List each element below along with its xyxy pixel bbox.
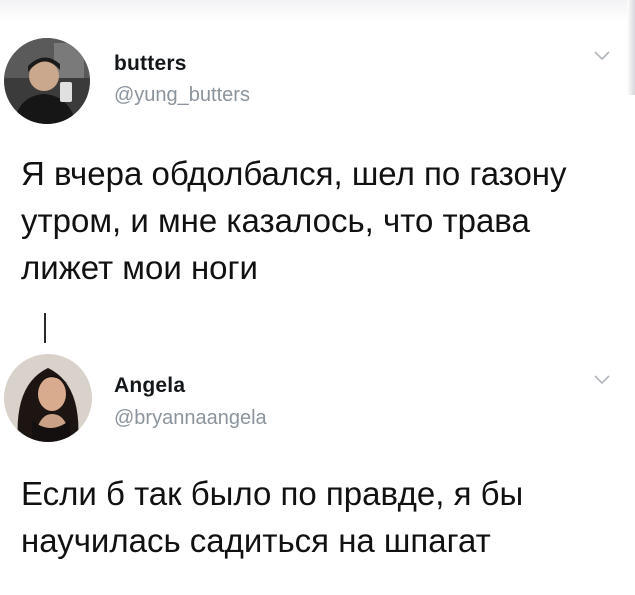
author-name[interactable]: Angela (114, 374, 185, 398)
user-avatar-icon (4, 38, 90, 124)
tweet-text: Если б так было по правде, я бы научилас… (21, 475, 524, 559)
author-name[interactable]: butters (114, 52, 187, 76)
top-edge (0, 0, 635, 22)
author-handle[interactable]: @yung_butters (114, 84, 250, 107)
chevron-down-icon[interactable] (593, 50, 611, 62)
avatar[interactable] (4, 38, 90, 124)
chevron-down-icon[interactable] (593, 374, 611, 386)
thread-connector (44, 313, 46, 343)
author-handle[interactable]: @bryannaangela (114, 407, 267, 430)
avatar[interactable] (4, 354, 92, 442)
scrollbar[interactable] (627, 0, 635, 95)
user-avatar-icon (4, 354, 92, 442)
tweet-text: Я вчера обдолбался, шел по газону утром,… (21, 155, 567, 286)
